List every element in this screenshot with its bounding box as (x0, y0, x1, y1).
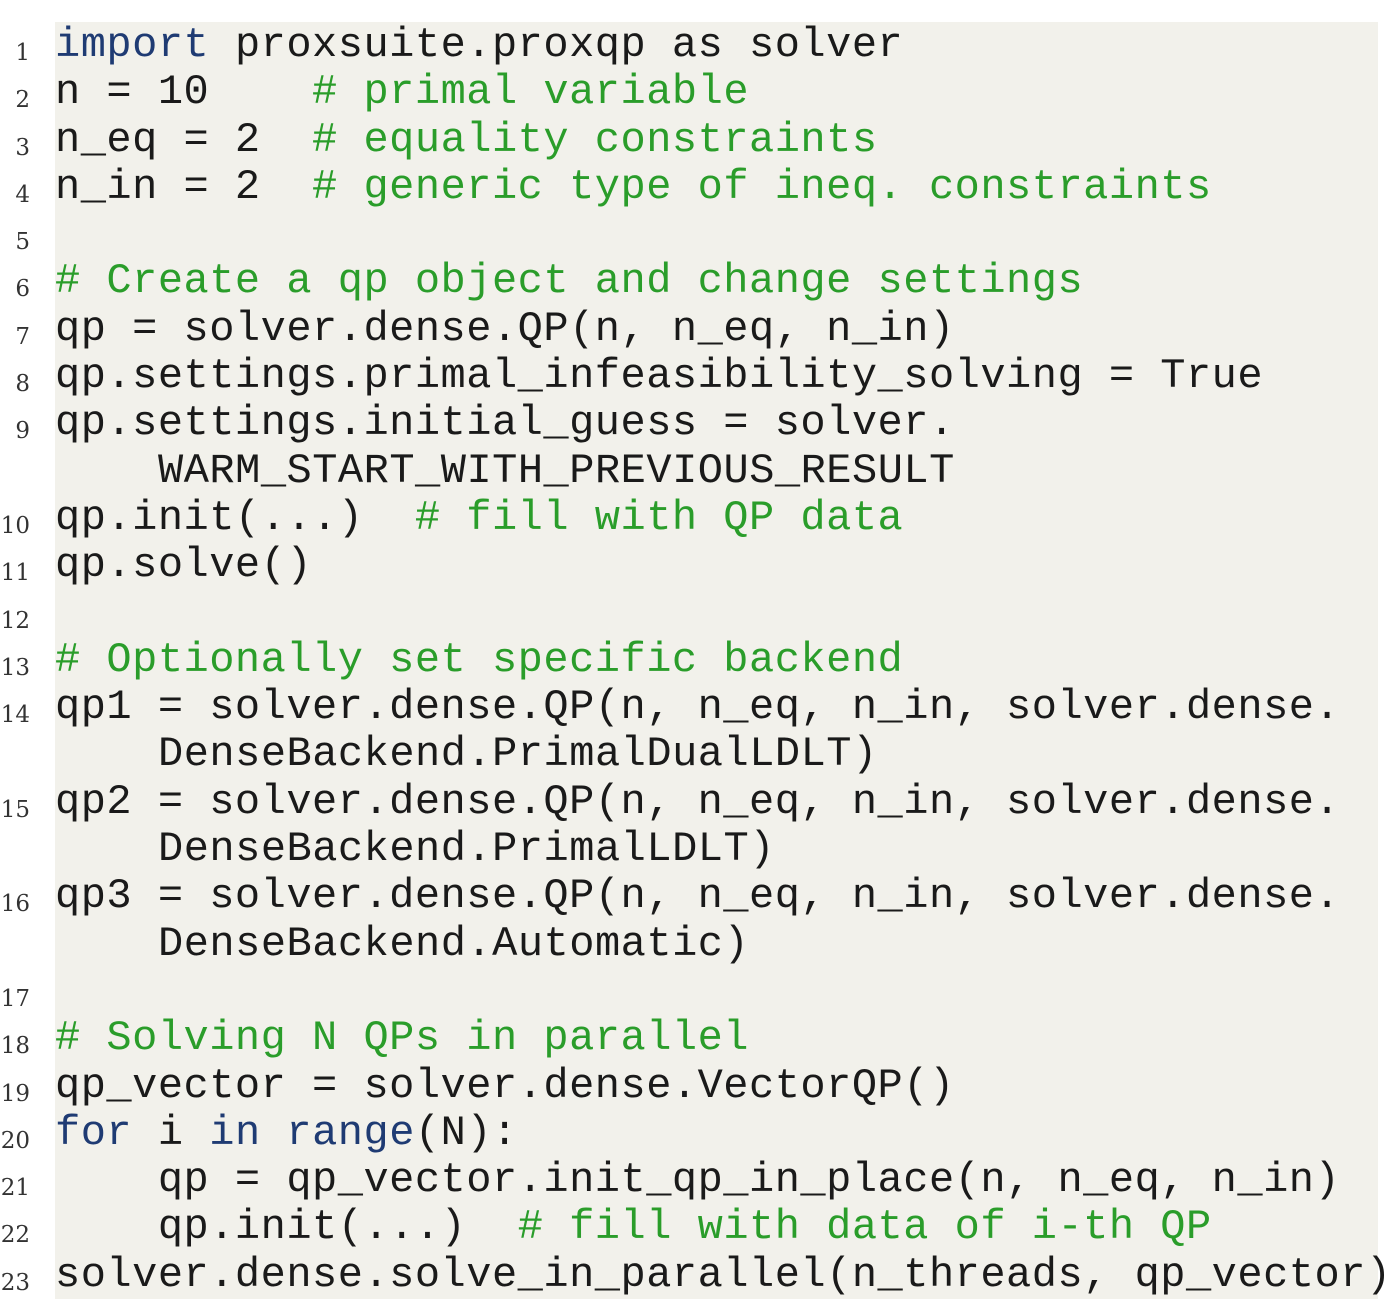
code-line-19: 19 qp_vector = solver.dense.VectorQP() (0, 1061, 1387, 1110)
code-continuation: DenseBackend.PrimalDualLDLT) (158, 730, 878, 779)
code-text: qp = solver.dense.QP(n, n_eq, n_in) (55, 304, 955, 353)
code-line-14: 14 qp1 = solver.dense.QP(n, n_eq, n_in, … (0, 684, 1387, 779)
code-line-13: 13 # Optionally set specific backend (0, 635, 1387, 685)
keyword-import: import (55, 21, 210, 69)
code-line-20: 20 for i in range(N): (0, 1108, 1387, 1158)
keyword-range: range (286, 1108, 415, 1157)
code-line-21: 21 qp = qp_vector.init_qp_in_place(n, n_… (0, 1156, 1387, 1205)
code-line-5: 5 (0, 211, 1387, 259)
code-line-6: 6 # Create a qp object and change settin… (0, 257, 1387, 306)
code-line-1: 1 import proxsuite.proxqp as solver (0, 21, 1387, 70)
code-line-12: 12 (0, 589, 1387, 637)
code-line-10: 10 qp.init(...) # fill with QP data (0, 493, 1387, 543)
code-listing: 1 import proxsuite.proxqp as solver 2 n … (0, 21, 1387, 1300)
code-line-background (55, 967, 1378, 1016)
code-comment: # equality constraints (312, 115, 878, 164)
code-line-18: 18 # Solving N QPs in parallel (0, 1014, 1387, 1063)
code-line-7: 7 qp = solver.dense.QP(n, n_eq, n_in) (0, 304, 1387, 354)
code-text: qp2 = solver.dense.QP(n, n_eq, n_in, sol… (55, 777, 1341, 826)
code-text: n_in = 2 (55, 162, 313, 211)
code-continuation: DenseBackend.Automatic) (158, 919, 750, 968)
code-text: n_eq = 2 (55, 115, 313, 164)
code-comment: # fill with data of i-th QP (517, 1203, 1212, 1252)
code-text: qp3 = solver.dense.QP(n, n_eq, n_in, sol… (55, 872, 1341, 921)
code-line-9: 9 qp.settings.initial_guess = solver. WAR… (0, 400, 1387, 495)
code-text: qp.settings.primal_infeasibility_solving… (55, 352, 1264, 401)
code-line-2: 2 n = 10 # primal variable (0, 68, 1387, 117)
code-text: qp.settings.initial_guess = solver. (55, 399, 955, 448)
code-text: qp1 = solver.dense.QP(n, n_eq, n_in, sol… (55, 683, 1341, 732)
code-line-4: 4 n_in = 2 # generic type of ineq. const… (0, 162, 1387, 212)
line-number: 16 (0, 891, 30, 918)
code-line-background (55, 211, 1378, 259)
code-line-23: 23 solver.dense.solve_in_parallel(n_thre… (0, 1250, 1387, 1300)
code-comment: # Optionally set specific backend (55, 635, 904, 684)
line-number: 14 (0, 702, 30, 729)
code-comment: # fill with QP data (414, 493, 904, 542)
line-number: 15 (0, 796, 30, 823)
code-text: solver.dense.solve_in_parallel(n_threads… (55, 1250, 1387, 1299)
code-text: (N): (414, 1108, 518, 1157)
code-text: i (132, 1108, 210, 1157)
keyword-for: for (55, 1108, 133, 1157)
code-comment: # Solving N QPs in parallel (55, 1014, 750, 1063)
code-line-11: 11 qp.solve() (0, 541, 1387, 590)
code-text: proxsuite.proxqp as solver (209, 21, 904, 69)
code-line-15: 15 qp2 = solver.dense.QP(n, n_eq, n_in, … (0, 777, 1387, 874)
code-text: qp_vector = solver.dense.VectorQP() (55, 1061, 955, 1110)
code-line-3: 3 n_eq = 2 # equality constraints (0, 115, 1387, 164)
line-number: 23 (0, 1269, 30, 1296)
code-text: qp.solve() (55, 541, 313, 590)
code-line-22: 22 qp.init(...) # fill with data of i-th… (0, 1203, 1387, 1252)
code-comment: # generic type of ineq. constraints (312, 162, 1212, 211)
code-text: qp.init(...) (55, 1203, 518, 1252)
code-line-16: 16 qp3 = solver.dense.QP(n, n_eq, n_in, … (0, 873, 1387, 968)
code-line-background (55, 589, 1378, 637)
code-text: qp.init(...) (55, 493, 415, 542)
code-comment: # primal variable (312, 68, 750, 117)
keyword-in: in (209, 1108, 261, 1157)
code-continuation: WARM_START_WITH_PREVIOUS_RESULT (158, 446, 955, 495)
code-comment: # Create a qp object and change settings (55, 257, 1084, 306)
code-continuation: DenseBackend.PrimalLDLT) (158, 825, 775, 874)
code-line-8: 8 qp.settings.primal_infeasibility_solvi… (0, 352, 1387, 401)
line-number: 9 (15, 418, 30, 445)
code-text: qp = qp_vector.init_qp_in_place(n, n_eq,… (55, 1156, 1341, 1205)
code-text: n = 10 (55, 68, 313, 117)
code-line-17: 17 (0, 967, 1387, 1016)
